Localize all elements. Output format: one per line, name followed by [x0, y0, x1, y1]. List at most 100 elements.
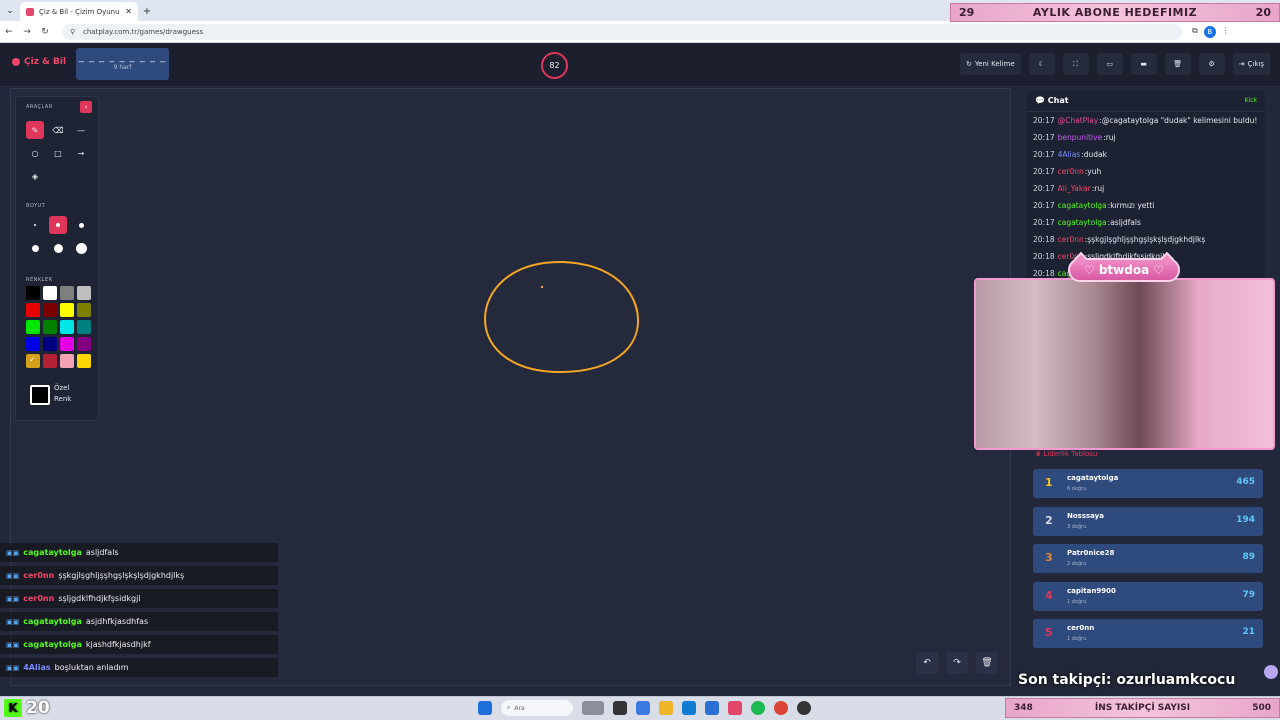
color-swatch[interactable] — [43, 303, 57, 317]
arrow-tool[interactable]: → — [72, 144, 90, 162]
size-2[interactable] — [49, 216, 67, 234]
chat-time: 20:17 — [1033, 150, 1055, 159]
chat-user[interactable]: 4Alias — [1058, 150, 1081, 159]
new-tab-button[interactable]: + — [138, 2, 156, 21]
forward-icon[interactable]: → — [18, 27, 36, 37]
chat-user[interactable]: Ali_Yakar — [1058, 184, 1091, 193]
color-swatch[interactable] — [77, 286, 91, 300]
color-swatch[interactable] — [43, 286, 57, 300]
chat-user[interactable]: cagataytolga — [1058, 218, 1107, 227]
clear-canvas-button[interactable]: 🗑 — [976, 652, 998, 674]
leaderboard-name: Patr0nice28 — [1067, 549, 1115, 557]
size-5[interactable] — [49, 239, 67, 257]
color-swatch[interactable] — [26, 320, 40, 334]
profile-icon[interactable]: B — [1203, 25, 1216, 38]
reload-icon[interactable]: ↻ — [36, 27, 54, 37]
color-swatch[interactable] — [43, 320, 57, 334]
color-swatch[interactable] — [60, 286, 74, 300]
url-field[interactable]: ⚲ chatplay.com.tr/games/drawguess — [62, 23, 1182, 40]
app-brand[interactable]: Çiz & Bil — [12, 57, 66, 67]
color-swatch[interactable] — [77, 337, 91, 351]
obs-icon[interactable] — [797, 701, 811, 715]
eraser-tool[interactable]: ⌫ — [49, 121, 67, 139]
fullscreen-icon: ⛶ — [1073, 59, 1079, 68]
size-4[interactable] — [26, 239, 44, 257]
overlay-chat-text: boşluktan anladım — [54, 663, 129, 672]
tab-menu-icon[interactable]: ⌄ — [0, 0, 20, 21]
line-tool[interactable]: — — [72, 121, 90, 139]
panel-button[interactable]: ▬ — [1130, 53, 1157, 75]
color-swatch[interactable] — [60, 337, 74, 351]
chrome-icon[interactable] — [774, 701, 788, 715]
color-swatch[interactable] — [60, 303, 74, 317]
badge-icon: ▣▣ — [6, 663, 20, 672]
pen-tool[interactable]: ✎ — [26, 121, 44, 139]
theme-toggle-button[interactable]: ☾ — [1028, 53, 1055, 75]
color-swatch[interactable] — [77, 354, 91, 368]
letter-count: 9 harf — [113, 64, 132, 71]
overlay-chat-user: cagataytolga — [23, 640, 82, 649]
chat-icon: 💬 — [1035, 96, 1045, 105]
circle-tool[interactable]: ○ — [26, 144, 44, 162]
menu-icon[interactable]: ⋮ — [1222, 26, 1230, 38]
chat-platform: Kick — [1244, 97, 1257, 104]
custom-color-button[interactable] — [30, 385, 50, 405]
color-swatch[interactable] — [43, 354, 57, 368]
edge-icon[interactable] — [682, 701, 696, 715]
app-icon[interactable] — [728, 701, 742, 715]
color-swatch[interactable] — [60, 354, 74, 368]
chat-user[interactable]: @ChatPlay — [1058, 116, 1099, 125]
spotify-icon[interactable] — [751, 701, 765, 715]
copilot-icon[interactable] — [636, 701, 650, 715]
color-swatch[interactable] — [26, 354, 40, 368]
exit-button[interactable]: ⇥ Çıkış — [1232, 53, 1270, 75]
fill-tool[interactable]: ◈ — [26, 167, 44, 185]
chat-user[interactable]: cer0nn — [1058, 235, 1084, 244]
taskbar-search[interactable]: ⌕ Ara — [501, 700, 573, 716]
size-1[interactable] — [26, 216, 44, 234]
chat-user[interactable]: benpunitive — [1058, 133, 1103, 142]
size-3[interactable] — [72, 216, 90, 234]
widgets-icon[interactable] — [582, 701, 604, 715]
leaderboard-score: 465 — [1236, 477, 1255, 487]
chat-user[interactable]: cagataytolga — [1058, 201, 1107, 210]
clear-button[interactable]: 🗑 — [1164, 53, 1191, 75]
overlay-chat-text: şşkgjlşghljşşhgşlşkşlşdjgkhdjlkş — [58, 571, 185, 580]
sub-goal-label: AYLIK ABONE HEDEFIMIZ — [1032, 6, 1198, 19]
task-view-icon[interactable] — [613, 701, 627, 715]
color-swatch[interactable] — [26, 286, 40, 300]
redo-button[interactable]: ↷ — [946, 652, 968, 674]
fullscreen-button[interactable]: ⛶ — [1062, 53, 1089, 75]
color-swatch[interactable] — [26, 337, 40, 351]
layout-button[interactable]: ▭ — [1096, 53, 1123, 75]
color-swatch[interactable] — [77, 320, 91, 334]
color-swatch[interactable] — [77, 303, 91, 317]
leaderboard-rank: 5 — [1045, 626, 1053, 639]
browser-tab[interactable]: Çiz & Bil - Çizim Oyunu ✕ — [20, 2, 138, 21]
rectangle-tool[interactable]: □ — [49, 144, 67, 162]
palette-icon — [12, 58, 20, 66]
gear-icon: ⚙ — [1208, 60, 1215, 68]
store-icon[interactable] — [705, 701, 719, 715]
word-hint-box: _ _ _ _ _ _ _ _ _ 9 harf — [76, 48, 169, 80]
collapse-tools-button[interactable]: ‹ — [80, 101, 92, 113]
chat-user[interactable]: cer0nn — [1058, 167, 1084, 176]
leaderboard-row: 5 cer0nn 1 doğru 21 — [1033, 619, 1263, 648]
leaderboard-row: 3 Patr0nice28 2 doğru 89 — [1033, 544, 1263, 573]
extensions-icon[interactable]: ⧉ — [1192, 26, 1198, 38]
file-explorer-icon[interactable] — [659, 701, 673, 715]
color-swatch[interactable] — [60, 320, 74, 334]
start-icon[interactable] — [478, 701, 492, 715]
color-swatch[interactable] — [43, 337, 57, 351]
back-icon[interactable]: ← — [0, 27, 18, 37]
color-swatch[interactable] — [26, 303, 40, 317]
orange-ellipse-stroke — [483, 260, 640, 374]
new-word-button[interactable]: ↻ Yeni Kelime — [959, 53, 1021, 75]
size-6[interactable] — [72, 239, 90, 257]
site-info-icon[interactable]: ⚲ — [70, 28, 79, 36]
settings-button[interactable]: ⚙ — [1198, 53, 1225, 75]
undo-button[interactable]: ↶ — [916, 652, 938, 674]
chat-time: 20:18 — [1033, 252, 1055, 261]
chat-text: yuh — [1087, 167, 1102, 176]
close-tab-icon[interactable]: ✕ — [125, 7, 132, 16]
